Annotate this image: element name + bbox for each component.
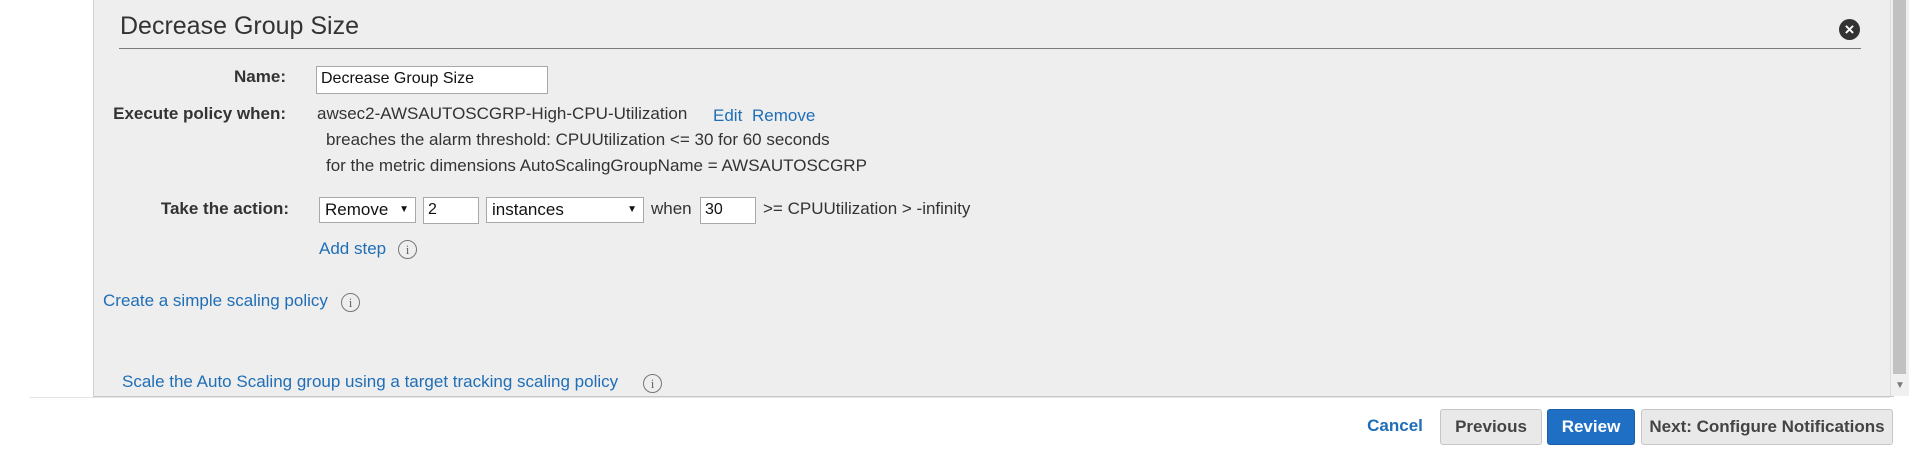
unit-select[interactable]: instances ▼ [486,197,644,223]
target-tracking-link[interactable]: Scale the Auto Scaling group using a tar… [122,372,618,392]
previous-button[interactable]: Previous [1440,409,1542,445]
vertical-scrollbar[interactable]: ▼ [1890,0,1909,396]
close-icon[interactable]: × [1839,19,1860,40]
threshold-input[interactable]: 30 [700,197,756,224]
dropdown-arrow-icon: ▼ [627,204,637,215]
alarm-threshold-text: breaches the alarm threshold: CPUUtiliza… [326,130,830,149]
name-input[interactable]: Decrease Group Size [316,66,548,94]
dropdown-arrow-icon: ▼ [399,204,409,215]
next-configure-notifications-button[interactable]: Next: Configure Notifications [1641,409,1893,445]
alarm-dimensions-text: for the metric dimensions AutoScalingGro… [326,156,867,175]
info-icon[interactable]: i [643,374,662,393]
name-label: Name: [234,67,286,86]
review-button[interactable]: Review [1547,409,1635,445]
scroll-down-arrow-icon[interactable]: ▼ [1891,378,1909,394]
scrollbar-thumb[interactable] [1893,0,1906,374]
alarm-name: awsec2-AWSAUTOSCGRP-High-CPU-Utilization [317,104,688,123]
cancel-button[interactable]: Cancel [1356,409,1434,445]
remove-alarm-link[interactable]: Remove [752,106,815,126]
when-text: when [651,199,692,218]
execute-policy-label: Execute policy when: [113,104,286,123]
step-count-input[interactable]: 2 [423,197,479,224]
condition-text: >= CPUUtilization > -infinity [763,199,971,218]
action-label: Take the action: [160,199,289,218]
unit-select-value: instances [492,200,564,219]
title-divider [119,48,1861,49]
add-step-link[interactable]: Add step [319,239,386,259]
edit-alarm-link[interactable]: Edit [713,106,742,126]
policy-title: Decrease Group Size [120,12,360,40]
action-select-value: Remove [325,200,389,219]
info-icon[interactable]: i [398,240,417,259]
info-icon[interactable]: i [341,293,360,312]
action-select[interactable]: Remove ▼ [319,197,416,223]
simple-scaling-policy-link[interactable]: Create a simple scaling policy [103,291,328,311]
footer-divider [30,397,1890,398]
